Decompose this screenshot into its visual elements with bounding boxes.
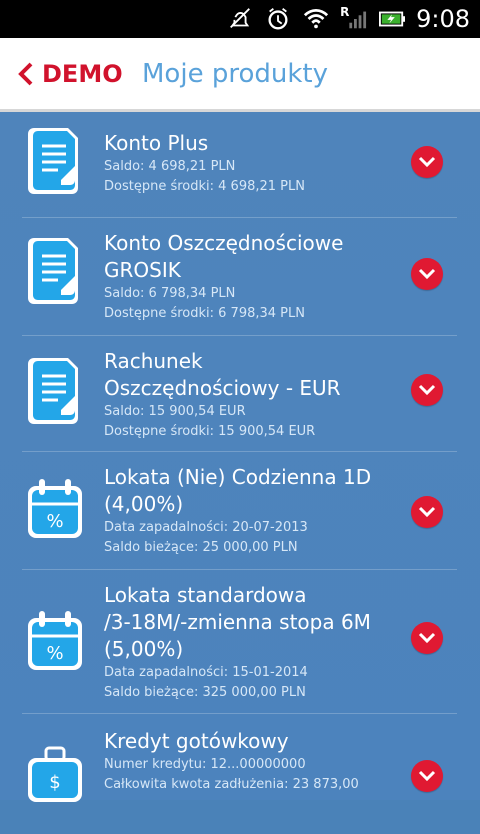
calendar-percent-icon: % [24, 474, 86, 544]
status-bar: R 9:08 [0, 0, 480, 38]
battery-icon [378, 5, 406, 33]
chevron-down-icon [418, 156, 436, 168]
product-name-line2: Oszczędnościowy - EUR [104, 376, 341, 400]
wifi-icon [302, 5, 330, 33]
page-title: Moje produkty [142, 59, 328, 89]
clock-time: 9:08 [416, 5, 470, 33]
product-text: Lokata (Nie) Codzienna 1D (4,00%) Data z… [104, 464, 397, 558]
product-text: Konto Oszczędnościowe GROSIK Saldo: 6 79… [104, 230, 397, 324]
chevron-down-icon [418, 770, 436, 782]
product-item[interactable]: Konto Plus Saldo: 4 698,21 PLN Dostępne … [22, 112, 457, 218]
product-name-line1: Konto Oszczędnościowe [104, 231, 344, 255]
product-item[interactable]: Konto Oszczędnościowe GROSIK Saldo: 6 79… [22, 218, 457, 336]
expand-button[interactable] [411, 146, 443, 178]
network-letter: R [340, 5, 350, 19]
signal-icon: R [340, 5, 368, 33]
current-balance: Saldo bieżące: 325 000,00 PLN [104, 685, 306, 700]
product-available: Dostępne środki: 15 900,54 EUR [104, 424, 316, 439]
product-name-line2: /3-18M/-zmienna stopa 6M [104, 610, 371, 634]
status-icons: R 9:08 [226, 0, 470, 38]
product-available: Dostępne środki: 6 798,34 PLN [104, 306, 305, 321]
product-name-line3: (5,00%) [104, 637, 184, 661]
product-text: Lokata standardowa /3-18M/-zmienna stopa… [104, 582, 397, 703]
maturity-date: Data zapadalności: 20-07-2013 [104, 520, 308, 535]
expand-button[interactable] [411, 622, 443, 654]
product-balance: Saldo: 6 798,34 PLN [104, 286, 236, 301]
total-debt: Całkowita kwota zadłużenia: 23 873,00 [104, 777, 359, 792]
chevron-down-icon [418, 384, 436, 396]
expand-button[interactable] [411, 258, 443, 290]
product-available: Dostępne środki: 4 698,21 PLN [104, 179, 305, 194]
document-icon [24, 126, 86, 196]
product-name: Kredyt gotówkowy [104, 729, 289, 753]
chevron-down-icon [418, 506, 436, 518]
product-item[interactable]: Rachunek Oszczędnościowy - EUR Saldo: 15… [22, 336, 457, 452]
back-button[interactable]: DEMO [16, 56, 123, 92]
svg-text:%: % [46, 511, 63, 532]
loan-number: Numer kredytu: 12...00000000 [104, 757, 306, 772]
product-balance: Saldo: 15 900,54 EUR [104, 404, 246, 419]
current-balance: Saldo bieżące: 25 000,00 PLN [104, 540, 298, 555]
product-item[interactable]: $ Kredyt gotówkowy Numer kredytu: 12...0… [22, 714, 457, 834]
product-name-line1: Lokata standardowa [104, 583, 307, 607]
alarm-icon [264, 5, 292, 33]
calendar-percent-icon: % [24, 606, 86, 676]
product-name-line2: GROSIK [104, 258, 181, 282]
product-name-line2: (4,00%) [104, 492, 184, 516]
document-icon [24, 236, 86, 306]
back-button-label: DEMO [42, 60, 123, 88]
app-header: DEMO Moje produkty [0, 38, 480, 112]
product-name-line1: Rachunek [104, 349, 203, 373]
product-list: Konto Plus Saldo: 4 698,21 PLN Dostępne … [0, 112, 480, 802]
product-name-line1: Lokata (Nie) Codzienna 1D [104, 465, 372, 489]
product-text: Kredyt gotówkowy Numer kredytu: 12...000… [104, 728, 397, 795]
expand-button[interactable] [411, 496, 443, 528]
expand-button[interactable] [411, 374, 443, 406]
chevron-left-icon [18, 62, 33, 86]
chevron-down-icon [418, 268, 436, 280]
maturity-date: Data zapadalności: 15-01-2014 [104, 665, 308, 680]
svg-text:$: $ [49, 772, 60, 793]
product-text: Konto Plus Saldo: 4 698,21 PLN Dostępne … [104, 130, 397, 197]
document-icon [24, 356, 86, 426]
product-name: Konto Plus [104, 131, 209, 155]
product-item[interactable]: % Lokata (Nie) Codzienna 1D (4,00%) Data… [22, 452, 457, 570]
svg-text:%: % [46, 643, 63, 664]
product-text: Rachunek Oszczędnościowy - EUR Saldo: 15… [104, 348, 397, 442]
product-item[interactable]: % Lokata standardowa /3-18M/-zmienna sto… [22, 570, 457, 714]
chevron-down-icon [418, 632, 436, 644]
expand-button[interactable] [411, 760, 443, 792]
product-balance: Saldo: 4 698,21 PLN [104, 159, 236, 174]
mute-icon [226, 5, 254, 33]
